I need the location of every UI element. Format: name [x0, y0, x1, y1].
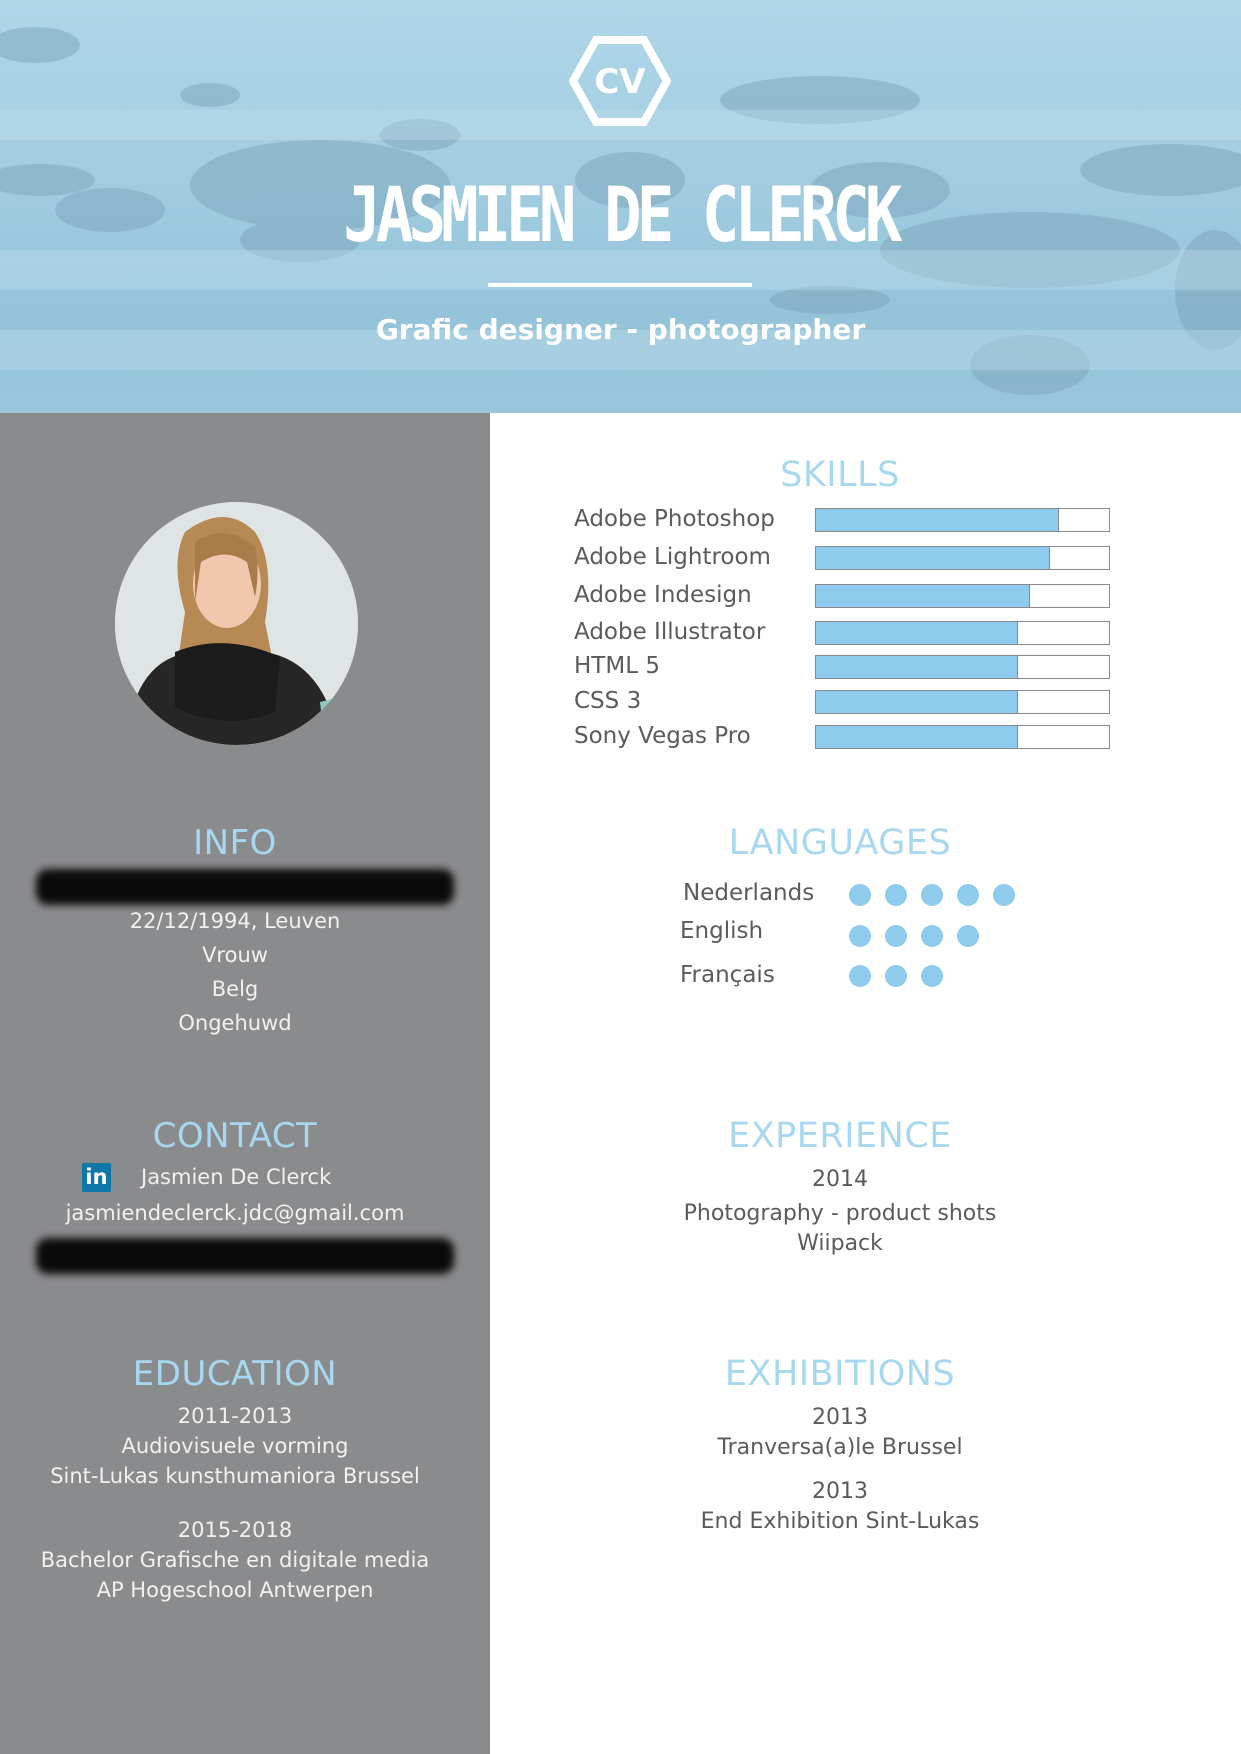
- info-status: Ongehuwd: [178, 1011, 292, 1035]
- language-level-dot: [849, 884, 871, 906]
- experience-year: 2014: [812, 1167, 868, 1192]
- contact-title: CONTACT: [152, 1116, 318, 1156]
- skill-bar-fill: [816, 547, 1051, 569]
- skill-bar: [815, 508, 1110, 532]
- experience-role: Photography - product shots: [683, 1201, 997, 1226]
- skill-bar: [815, 546, 1110, 570]
- skill-bar: [815, 690, 1110, 714]
- experience-company: Wiipack: [797, 1231, 883, 1256]
- language-level-dot: [849, 965, 871, 987]
- info-birth: 22/12/1994, Leuven: [129, 909, 341, 933]
- person-name: JASMIEN DE CLERCK: [343, 170, 902, 259]
- language-level-dot: [921, 925, 943, 947]
- education-years: 2015-2018: [177, 1518, 293, 1542]
- job-title: Grafic designer - photographer: [375, 313, 866, 346]
- skill-bar: [815, 621, 1110, 645]
- exhibitions-title: EXHIBITIONS: [724, 1354, 956, 1394]
- language-level-dot: [885, 884, 907, 906]
- skills-title: SKILLS: [780, 455, 900, 495]
- portrait-image: [115, 502, 358, 745]
- skill-bar: [815, 725, 1110, 749]
- skill-label: Adobe Lightroom: [574, 544, 771, 570]
- skill-bar-fill: [816, 691, 1019, 713]
- language-level-dot: [957, 925, 979, 947]
- education-years: 2011-2013: [177, 1404, 293, 1428]
- language-level-dot: [885, 965, 907, 987]
- cv-badge-label: CV: [594, 62, 646, 102]
- exhibition-name: Tranversa(a)le Brussel: [717, 1435, 963, 1460]
- redacted-phone: [36, 1238, 454, 1274]
- language-label: Français: [680, 962, 775, 988]
- redacted-address: [36, 869, 454, 905]
- exhibition-year: 2013: [812, 1479, 868, 1504]
- languages-title: LANGUAGES: [728, 823, 952, 863]
- info-title: INFO: [193, 823, 277, 863]
- cv-badge: CV: [568, 36, 672, 126]
- skill-label: CSS 3: [574, 688, 642, 714]
- language-level-dot: [921, 884, 943, 906]
- language-level-dot: [885, 925, 907, 947]
- language-label: English: [680, 918, 764, 944]
- education-program: Bachelor Grafische en digitale media: [40, 1548, 430, 1572]
- education-title: EDUCATION: [132, 1354, 338, 1394]
- skill-bar-fill: [816, 509, 1060, 531]
- skill-bar-fill: [816, 622, 1019, 644]
- skill-label: Adobe Illustrator: [574, 619, 766, 645]
- education-school: Sint-Lukas kunsthumaniora Brussel: [50, 1464, 420, 1488]
- name-underline: [488, 283, 752, 287]
- language-level-dot: [849, 925, 871, 947]
- education-program: Audiovisuele vorming: [121, 1434, 349, 1458]
- skill-label: Sony Vegas Pro: [574, 723, 751, 749]
- language-level-dot: [921, 965, 943, 987]
- info-nationality: Belg: [211, 977, 259, 1001]
- experience-title: EXPERIENCE: [728, 1116, 952, 1156]
- language-level-dot: [993, 884, 1015, 906]
- language-level-dot: [957, 884, 979, 906]
- skill-label: Adobe Photoshop: [574, 506, 775, 532]
- skill-bar-fill: [816, 726, 1019, 748]
- language-label: Nederlands: [683, 880, 815, 906]
- skill-bar: [815, 584, 1110, 608]
- education-school: AP Hogeschool Antwerpen: [96, 1578, 374, 1602]
- skill-label: HTML 5: [574, 653, 660, 679]
- contact-email[interactable]: jasmiendeclerck.jdc@gmail.com: [0, 1203, 470, 1224]
- linkedin-icon[interactable]: in: [82, 1163, 111, 1192]
- skill-bar: [815, 655, 1110, 679]
- info-gender: Vrouw: [202, 943, 268, 967]
- profile-photo: [115, 502, 358, 745]
- header-banner: CV JASMIEN DE CLERCK Grafic designer - p…: [0, 0, 1241, 413]
- skill-bar-fill: [816, 585, 1030, 607]
- linkedin-name[interactable]: Jasmien De Clerck: [141, 1167, 441, 1188]
- skill-bar-fill: [816, 656, 1019, 678]
- skill-label: Adobe Indesign: [574, 582, 752, 608]
- exhibition-name: End Exhibition Sint-Lukas: [700, 1509, 980, 1534]
- exhibition-year: 2013: [812, 1405, 868, 1430]
